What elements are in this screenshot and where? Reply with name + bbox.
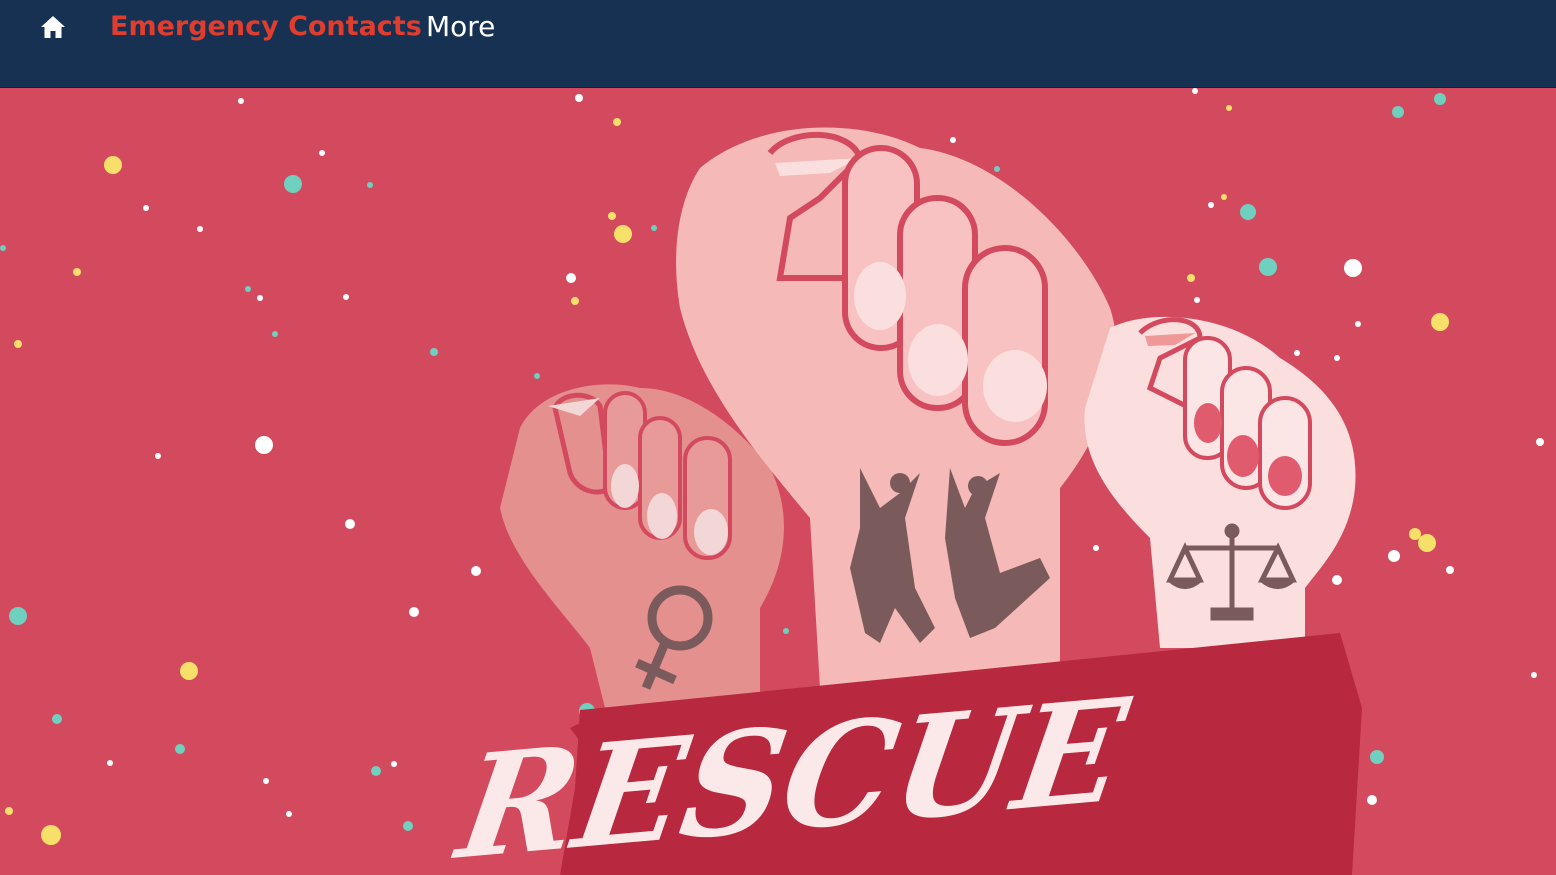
home-icon[interactable] xyxy=(38,12,68,42)
left-fist-female-symbol xyxy=(500,384,784,728)
rescue-illustration: RESCUE xyxy=(0,88,1544,875)
top-navbar: Emergency Contacts More xyxy=(0,0,1556,88)
nav-emergency-contacts[interactable]: Emergency Contacts xyxy=(110,8,422,46)
hero-banner-image: RESCUE xyxy=(0,88,1556,875)
right-fist-justice-scale xyxy=(1084,316,1356,648)
nav-more[interactable]: More xyxy=(426,8,495,46)
